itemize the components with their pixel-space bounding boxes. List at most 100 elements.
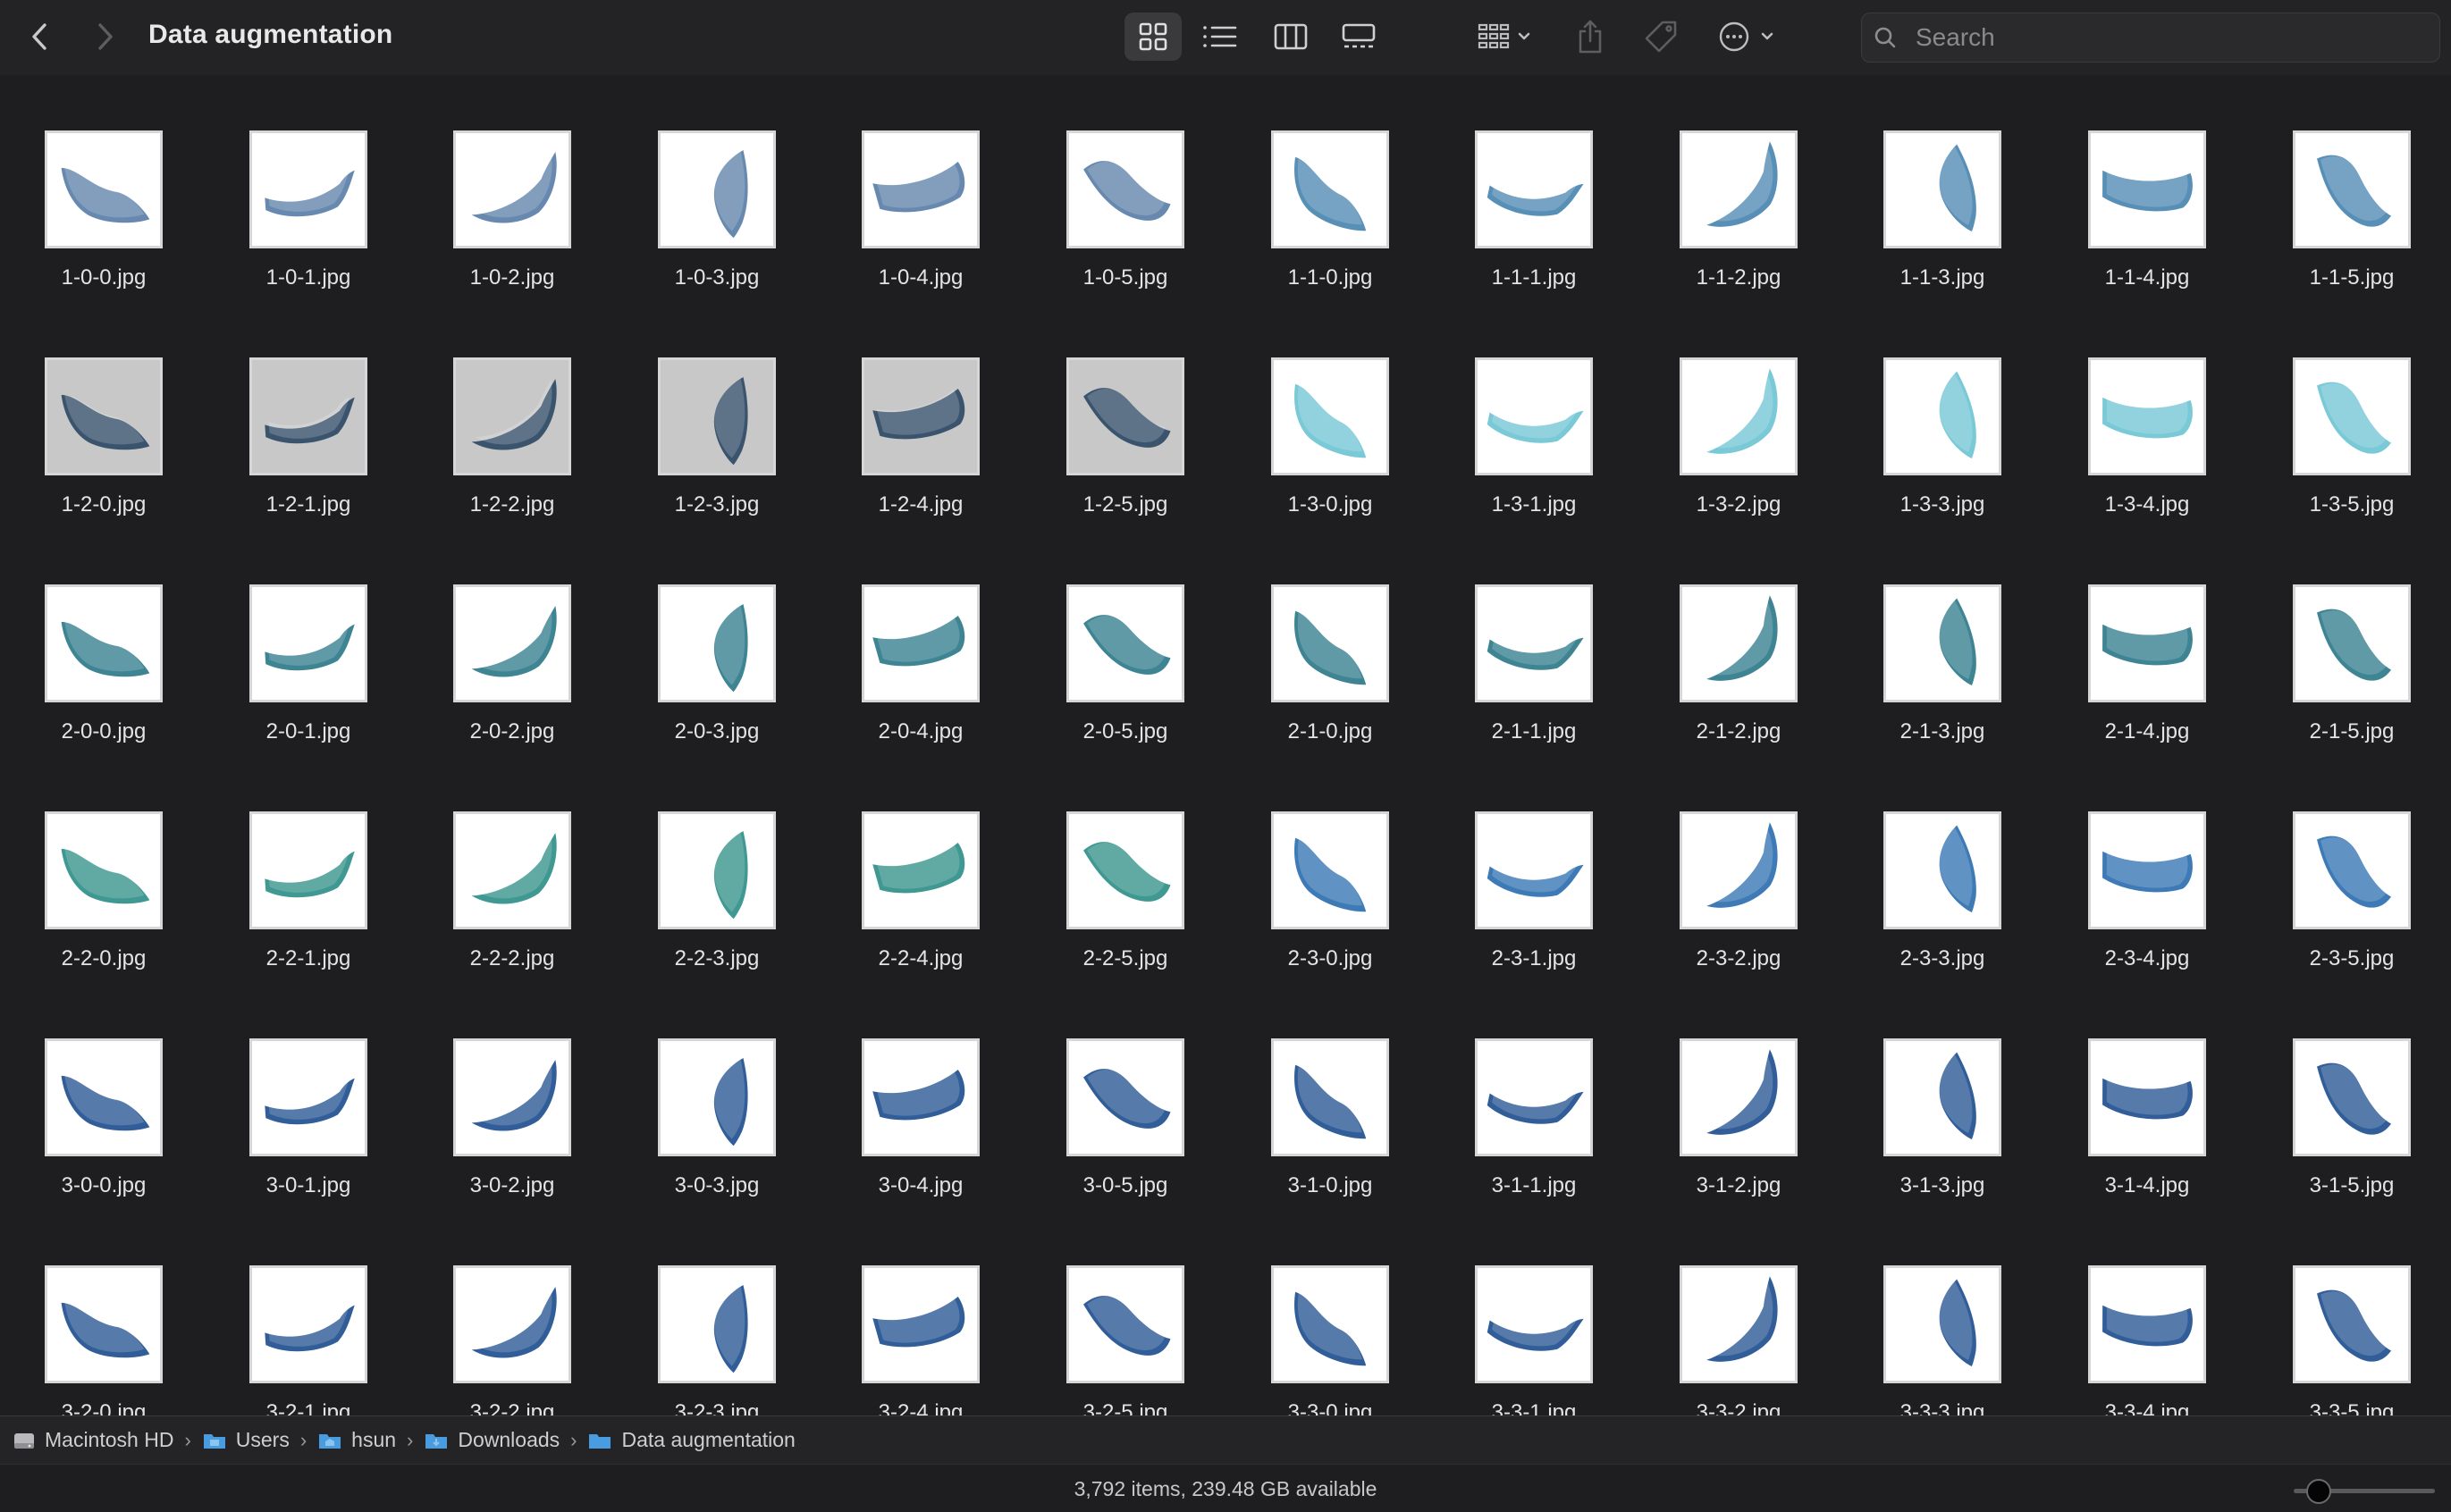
- file-item[interactable]: 2-0-0.jpg: [2, 529, 206, 756]
- file-item[interactable]: 3-2-5.jpg: [1023, 1210, 1227, 1415]
- file-item[interactable]: 2-2-2.jpg: [410, 756, 614, 983]
- file-item[interactable]: 1-3-4.jpg: [2045, 302, 2249, 529]
- file-item[interactable]: 3-1-2.jpg: [1637, 983, 1840, 1210]
- file-item[interactable]: 3-0-2.jpg: [410, 983, 614, 1210]
- back-button[interactable]: [20, 16, 61, 57]
- crumb-macintosh-hd[interactable]: Macintosh HD: [13, 1428, 173, 1452]
- file-thumbnail[interactable]: [1066, 1038, 1184, 1156]
- file-item[interactable]: 2-0-1.jpg: [206, 529, 410, 756]
- file-item[interactable]: 3-3-1.jpg: [1432, 1210, 1636, 1415]
- file-item[interactable]: 3-3-2.jpg: [1637, 1210, 1840, 1415]
- file-thumbnail[interactable]: [1066, 130, 1184, 248]
- file-thumbnail[interactable]: [2293, 130, 2411, 248]
- file-thumbnail[interactable]: [1680, 584, 1798, 702]
- file-thumbnail[interactable]: [658, 357, 776, 475]
- file-thumbnail[interactable]: [453, 584, 571, 702]
- crumb-data-augmentation[interactable]: Data augmentation: [587, 1428, 796, 1452]
- file-thumbnail[interactable]: [45, 584, 163, 702]
- crumb-downloads[interactable]: Downloads: [424, 1428, 560, 1452]
- file-thumbnail[interactable]: [2293, 584, 2411, 702]
- search-input[interactable]: [1916, 23, 2416, 52]
- file-thumbnail[interactable]: [1883, 1038, 2001, 1156]
- file-thumbnail[interactable]: [2088, 1038, 2206, 1156]
- file-thumbnail[interactable]: [1883, 1265, 2001, 1383]
- file-item[interactable]: 1-3-5.jpg: [2250, 302, 2451, 529]
- icon-view-button[interactable]: [1124, 13, 1182, 61]
- file-thumbnail[interactable]: [1883, 357, 2001, 475]
- file-item[interactable]: 1-0-1.jpg: [206, 75, 410, 302]
- file-thumbnail[interactable]: [1680, 357, 1798, 475]
- file-thumbnail[interactable]: [249, 811, 367, 929]
- file-item[interactable]: 3-2-2.jpg: [410, 1210, 614, 1415]
- file-item[interactable]: 3-2-4.jpg: [819, 1210, 1023, 1415]
- file-thumbnail[interactable]: [45, 357, 163, 475]
- file-item[interactable]: 1-0-4.jpg: [819, 75, 1023, 302]
- file-thumbnail[interactable]: [658, 584, 776, 702]
- file-item[interactable]: 2-1-3.jpg: [1840, 529, 2044, 756]
- file-thumbnail[interactable]: [1066, 811, 1184, 929]
- file-item[interactable]: 1-0-0.jpg: [2, 75, 206, 302]
- file-thumbnail[interactable]: [1066, 1265, 1184, 1383]
- file-thumbnail[interactable]: [249, 130, 367, 248]
- file-item[interactable]: 2-0-4.jpg: [819, 529, 1023, 756]
- file-thumbnail[interactable]: [1271, 1265, 1389, 1383]
- file-thumbnail[interactable]: [862, 357, 980, 475]
- crumb-hsun[interactable]: hsun: [317, 1428, 396, 1452]
- file-item[interactable]: 3-3-4.jpg: [2045, 1210, 2249, 1415]
- file-item[interactable]: 3-1-4.jpg: [2045, 983, 2249, 1210]
- file-thumbnail[interactable]: [1680, 811, 1798, 929]
- file-item[interactable]: 3-3-5.jpg: [2250, 1210, 2451, 1415]
- share-button[interactable]: [1570, 13, 1611, 61]
- group-button[interactable]: [1470, 13, 1541, 61]
- file-thumbnail[interactable]: [862, 1038, 980, 1156]
- file-item[interactable]: 3-2-0.jpg: [2, 1210, 206, 1415]
- file-item[interactable]: 2-0-5.jpg: [1023, 529, 1227, 756]
- file-thumbnail[interactable]: [1475, 1038, 1593, 1156]
- file-item[interactable]: 2-3-5.jpg: [2250, 756, 2451, 983]
- crumb-users[interactable]: Users: [202, 1428, 290, 1452]
- file-item[interactable]: 1-3-0.jpg: [1228, 302, 1432, 529]
- file-thumbnail[interactable]: [249, 1265, 367, 1383]
- file-item[interactable]: 1-3-1.jpg: [1432, 302, 1636, 529]
- file-thumbnail[interactable]: [2088, 130, 2206, 248]
- file-item[interactable]: 3-1-0.jpg: [1228, 983, 1432, 1210]
- file-item[interactable]: 2-3-1.jpg: [1432, 756, 1636, 983]
- file-item[interactable]: 3-2-3.jpg: [615, 1210, 819, 1415]
- list-view-button[interactable]: [1191, 13, 1248, 61]
- file-item[interactable]: 2-2-4.jpg: [819, 756, 1023, 983]
- file-thumbnail[interactable]: [1271, 130, 1389, 248]
- file-item[interactable]: 2-1-5.jpg: [2250, 529, 2451, 756]
- file-thumbnail[interactable]: [249, 357, 367, 475]
- file-item[interactable]: 2-2-1.jpg: [206, 756, 410, 983]
- file-thumbnail[interactable]: [2088, 811, 2206, 929]
- file-item[interactable]: 3-0-0.jpg: [2, 983, 206, 1210]
- file-item[interactable]: 1-2-1.jpg: [206, 302, 410, 529]
- file-thumbnail[interactable]: [658, 1265, 776, 1383]
- file-thumbnail[interactable]: [453, 811, 571, 929]
- file-thumbnail[interactable]: [45, 811, 163, 929]
- file-item[interactable]: 1-3-2.jpg: [1637, 302, 1840, 529]
- file-thumbnail[interactable]: [658, 811, 776, 929]
- file-thumbnail[interactable]: [249, 584, 367, 702]
- file-item[interactable]: 1-2-3.jpg: [615, 302, 819, 529]
- gallery-view-button[interactable]: [1330, 13, 1387, 61]
- file-item[interactable]: 3-0-3.jpg: [615, 983, 819, 1210]
- file-item[interactable]: 1-0-2.jpg: [410, 75, 614, 302]
- file-item[interactable]: 3-1-1.jpg: [1432, 983, 1636, 1210]
- file-item[interactable]: 2-1-0.jpg: [1228, 529, 1432, 756]
- file-item[interactable]: 3-0-1.jpg: [206, 983, 410, 1210]
- file-item[interactable]: 3-3-0.jpg: [1228, 1210, 1432, 1415]
- file-item[interactable]: 1-1-2.jpg: [1637, 75, 1840, 302]
- file-thumbnail[interactable]: [1271, 584, 1389, 702]
- file-item[interactable]: 2-3-3.jpg: [1840, 756, 2044, 983]
- file-thumbnail[interactable]: [453, 357, 571, 475]
- file-item[interactable]: 1-0-3.jpg: [615, 75, 819, 302]
- file-thumbnail[interactable]: [453, 1265, 571, 1383]
- file-item[interactable]: 1-2-2.jpg: [410, 302, 614, 529]
- file-thumbnail[interactable]: [249, 1038, 367, 1156]
- file-thumbnail[interactable]: [2293, 1038, 2411, 1156]
- file-item[interactable]: 3-0-4.jpg: [819, 983, 1023, 1210]
- file-item[interactable]: 2-2-0.jpg: [2, 756, 206, 983]
- file-thumbnail[interactable]: [1680, 1038, 1798, 1156]
- file-thumbnail[interactable]: [658, 1038, 776, 1156]
